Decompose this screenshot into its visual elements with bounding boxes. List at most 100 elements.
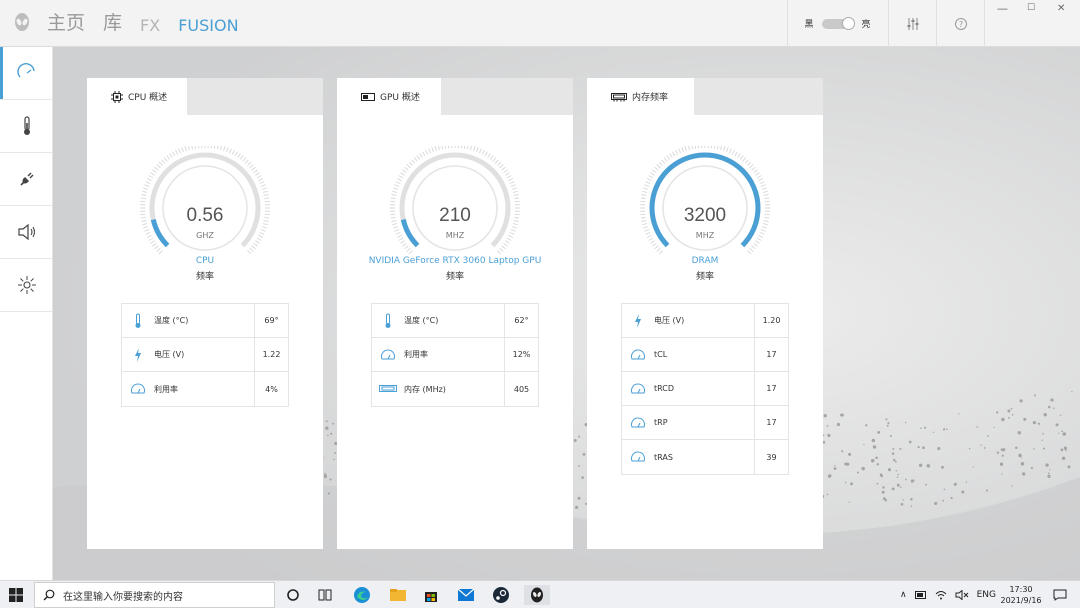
gauge-tick xyxy=(242,157,247,162)
notification-icon xyxy=(1053,589,1067,601)
background-dot xyxy=(876,463,880,466)
gauge-tick xyxy=(152,242,157,247)
sidebar-item-thermal[interactable] xyxy=(0,100,53,153)
taskbar-clock[interactable]: 17:30 2021/9/16 xyxy=(995,584,1047,606)
thermometer-icon xyxy=(135,313,141,328)
gauge-tick xyxy=(744,159,749,164)
metric-icon-cell xyxy=(622,451,654,463)
language-indicator[interactable]: ENG xyxy=(977,590,996,600)
gauge-tick xyxy=(648,175,654,179)
gauge-tick xyxy=(656,164,661,169)
metric-row: tCL 17 xyxy=(622,337,788,372)
gauge-tick xyxy=(644,184,650,187)
edge-taskbar-button[interactable] xyxy=(352,585,372,605)
background-dot xyxy=(861,466,865,471)
gauge-tick xyxy=(747,161,752,166)
mail-icon xyxy=(457,588,475,601)
metric-row: 温度 (°C) 62° xyxy=(372,303,538,338)
wifi-icon[interactable] xyxy=(935,590,947,600)
sidebar-item-lighting[interactable] xyxy=(0,259,53,312)
background-dot xyxy=(899,447,902,450)
tray-chevron-icon[interactable]: ∧ xyxy=(900,590,907,600)
settings-sliders-button[interactable] xyxy=(888,0,936,47)
background-dot xyxy=(875,456,878,460)
gauge-tick xyxy=(411,159,416,164)
minimize-button[interactable]: — xyxy=(997,2,1008,15)
start-button[interactable] xyxy=(6,585,26,605)
background-dot xyxy=(965,481,968,483)
volume-muted-icon[interactable] xyxy=(955,590,969,600)
help-button[interactable]: ? xyxy=(936,0,984,47)
gauge-tick xyxy=(758,178,764,182)
thermometer-icon xyxy=(385,313,391,328)
nav-fx[interactable]: FX xyxy=(140,13,160,39)
gauge-tick xyxy=(760,184,766,187)
gauge-tick xyxy=(434,146,437,152)
nav-library[interactable]: 库 xyxy=(103,10,122,36)
nav-fusion[interactable]: FUSION xyxy=(177,13,240,51)
theme-toggle[interactable]: 黑 亮 xyxy=(787,0,887,47)
file-explorer-button[interactable] xyxy=(388,585,408,605)
gauge-tick xyxy=(422,151,426,157)
gauge-tick xyxy=(231,149,235,155)
gauge-tick xyxy=(762,190,768,193)
metric-value: 69° xyxy=(254,303,288,338)
background-dot xyxy=(578,465,580,467)
background-dot xyxy=(1047,472,1050,475)
cortana-button[interactable] xyxy=(283,585,303,605)
background-dot xyxy=(823,414,827,418)
gauge-tick xyxy=(726,147,729,153)
task-view-button[interactable] xyxy=(316,585,336,605)
card-tab[interactable]: CPU 概述 xyxy=(87,78,187,115)
gauge-tick xyxy=(652,242,657,247)
theme-switch[interactable] xyxy=(821,16,855,30)
alienware-logo-icon[interactable] xyxy=(12,12,32,34)
alienware-taskbar-button[interactable] xyxy=(524,585,550,605)
sidebar-item-audio[interactable] xyxy=(0,206,53,259)
steam-button[interactable] xyxy=(491,585,511,605)
background-dot xyxy=(934,501,938,505)
notifications-button[interactable] xyxy=(1050,585,1070,605)
gauge-tick xyxy=(652,169,657,174)
close-button[interactable]: ✕ xyxy=(1057,3,1065,14)
background-dot xyxy=(996,411,999,414)
gauge-tick xyxy=(154,245,159,250)
card-tab[interactable]: GPU 概述 xyxy=(337,78,441,115)
background-dot xyxy=(844,481,847,484)
background-dot xyxy=(984,447,986,449)
taskbar-search-input[interactable]: 在这里输入你要搜索的内容 xyxy=(34,582,275,608)
thermometer-icon xyxy=(23,116,30,135)
device-name: DRAM xyxy=(691,256,719,266)
background-dot xyxy=(943,488,946,491)
gauge-tick xyxy=(761,187,767,190)
maximize-button[interactable]: ☐ xyxy=(1027,3,1035,13)
gauge-tick xyxy=(258,178,264,182)
metrics-table: 电压 (V) 1.20 tCL 17 tRCD 17 tRP 17 tRAS 3… xyxy=(621,303,789,475)
sidebar-item-power[interactable] xyxy=(0,153,53,206)
nav-home[interactable]: 主页 xyxy=(47,10,85,36)
background-dot xyxy=(942,428,946,431)
background-dot xyxy=(863,443,865,446)
store-button[interactable] xyxy=(421,585,441,605)
background-dot xyxy=(325,426,329,430)
metric-value: 4% xyxy=(254,372,288,406)
gauge-tick xyxy=(441,144,444,150)
sidebar-item-performance[interactable] xyxy=(0,47,53,100)
background-dot xyxy=(1001,417,1005,422)
background-dot xyxy=(1055,423,1059,427)
gauge-tick xyxy=(239,155,244,160)
gauge-tick xyxy=(402,169,407,174)
background-dot xyxy=(1050,398,1054,402)
background-dot xyxy=(833,467,837,470)
gauge-tick xyxy=(197,143,200,149)
gauge-tick xyxy=(437,145,440,151)
device-name: NVIDIA GeForce RTX 3060 Laptop GPU xyxy=(368,256,542,266)
metric-icon-cell xyxy=(122,383,154,395)
gauge-tick xyxy=(259,181,265,185)
gauge-tick xyxy=(755,240,760,244)
card-tab[interactable]: 内存频率 xyxy=(587,78,694,115)
mail-button[interactable] xyxy=(456,585,476,605)
battery-icon[interactable] xyxy=(914,591,927,599)
gauge-tick xyxy=(687,145,690,151)
search-icon xyxy=(43,589,55,601)
